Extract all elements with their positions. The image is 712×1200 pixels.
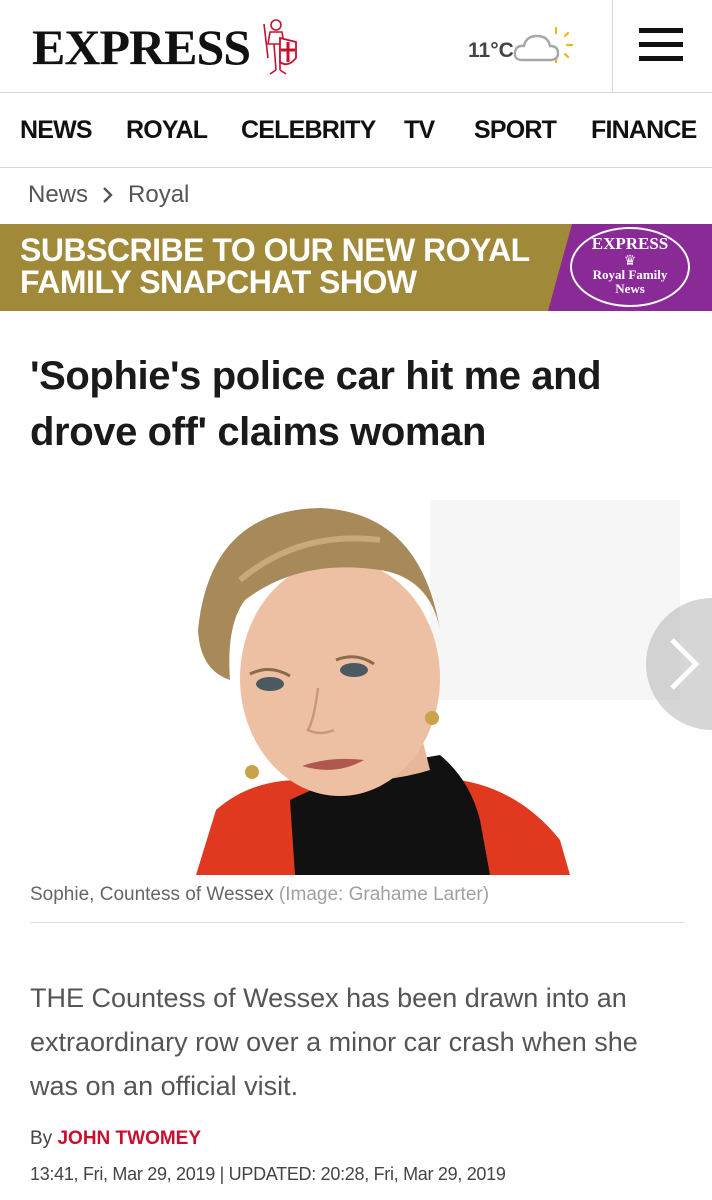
crusader-knight-crest-icon — [263, 19, 297, 75]
article-headline: 'Sophie's police car hit me and drove of… — [30, 354, 602, 454]
crown-icon: ♛ — [623, 252, 637, 268]
article-image[interactable] — [0, 480, 712, 875]
article-intro: THE Countess of Wessex has been drawn in… — [30, 983, 638, 1101]
banner-text: SUBSCRIBE TO OUR NEW ROYAL FAMILY SNAPCH… — [20, 232, 530, 300]
chevron-right-icon — [103, 187, 113, 203]
nav-item-finance[interactable]: FINANCE — [591, 116, 697, 145]
byline-prefix: By — [30, 1128, 53, 1149]
image-caption: Sophie, Countess of Wessex (Image: Graha… — [30, 884, 489, 906]
badge-line2: News — [615, 281, 645, 296]
badge-line1: Royal Family — [592, 267, 668, 282]
weather-widget[interactable]: 11°C — [468, 26, 574, 72]
article-timestamp: 13:41, Fri, Mar 29, 2019 | UPDATED: 20:2… — [30, 1164, 506, 1184]
main-nav: NEWS ROYAL CELEBRITY TV SPORT FINANCE — [0, 94, 712, 168]
partly-cloudy-icon — [513, 26, 573, 64]
temperature: 11°C — [468, 39, 514, 62]
chevron-right-icon — [670, 638, 700, 690]
nav-item-royal[interactable]: ROYAL — [126, 116, 208, 145]
header-divider — [612, 0, 613, 93]
royal-family-news-badge: EXPRESS ♛ Royal Family News — [570, 227, 690, 307]
breadcrumb: News Royal — [28, 180, 189, 210]
author-link[interactable]: JOHN TWOMEY — [57, 1128, 201, 1149]
breadcrumb-royal[interactable]: Royal — [128, 181, 189, 209]
hamburger-menu-icon[interactable] — [634, 24, 688, 68]
portrait-photo — [0, 480, 712, 875]
breadcrumb-news[interactable]: News — [28, 181, 88, 209]
nav-item-news[interactable]: NEWS — [20, 116, 93, 145]
express-logo[interactable]: EXPRESS — [32, 18, 300, 76]
site-header: EXPRESS 11°C — [0, 0, 712, 93]
nav-item-tv[interactable]: TV — [404, 116, 435, 145]
caption-credit: (Image: Grahame Larter) — [278, 884, 490, 905]
nav-item-celebrity[interactable]: CELEBRITY — [241, 116, 376, 145]
caption-text: Sophie, Countess of Wessex — [30, 884, 274, 905]
snapchat-promo-banner[interactable]: SUBSCRIBE TO OUR NEW ROYAL FAMILY SNAPCH… — [0, 224, 712, 311]
byline: By JOHN TWOMEY — [30, 1128, 201, 1150]
logo-text: EXPRESS — [32, 19, 251, 75]
nav-item-sport[interactable]: SPORT — [474, 116, 557, 145]
badge-brand: EXPRESS — [591, 234, 669, 253]
caption-divider — [30, 922, 684, 923]
